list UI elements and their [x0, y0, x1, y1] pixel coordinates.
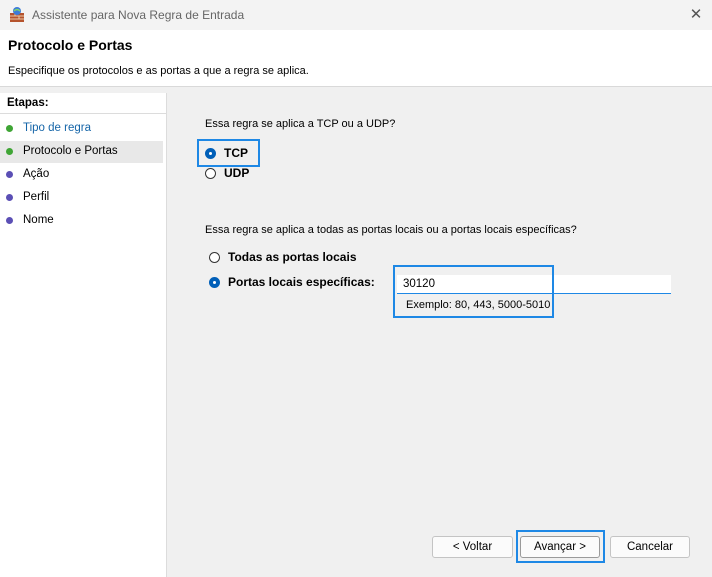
step-nome: Nome [0, 210, 163, 232]
wizard-header: Protocolo e Portas Especifique os protoc… [0, 30, 712, 87]
specific-ports-radio[interactable] [209, 277, 220, 288]
back-button[interactable]: < Voltar [432, 536, 513, 558]
specific-ports-label[interactable]: Portas locais específicas: [228, 275, 375, 289]
page-subtitle: Especifique os protocolos e as portas a … [8, 65, 309, 77]
step-pending-icon [6, 217, 13, 224]
firewall-icon [10, 7, 24, 22]
next-button[interactable]: Avançar > [520, 536, 600, 558]
step-pending-icon [6, 194, 13, 201]
step-pending-icon [6, 171, 13, 178]
steps-sidebar: Etapas: Tipo de regra Protocolo e Portas… [0, 93, 167, 577]
protocol-question: Essa regra se aplica a TCP ou a UDP? [205, 118, 396, 130]
tcp-label[interactable]: TCP [224, 146, 248, 160]
step-done-icon [6, 125, 13, 132]
udp-label[interactable]: UDP [224, 166, 249, 180]
udp-radio[interactable] [205, 168, 216, 179]
step-label: Protocolo e Portas [23, 145, 118, 157]
step-label: Perfil [23, 191, 50, 203]
window-title: Assistente para Nova Regra de Entrada [32, 8, 245, 22]
step-label: Nome [23, 214, 54, 226]
steps-title: Etapas: [7, 97, 49, 109]
all-ports-radio[interactable] [209, 252, 220, 263]
close-icon[interactable]: ✕ [682, 3, 710, 27]
step-protocolo-e-portas: Protocolo e Portas [0, 141, 163, 163]
cancel-button[interactable]: Cancelar [610, 536, 690, 558]
step-acao: Ação [0, 164, 163, 186]
step-tipo-de-regra[interactable]: Tipo de regra [0, 118, 163, 140]
step-label: Ação [23, 168, 50, 180]
page-title: Protocolo e Portas [8, 37, 133, 53]
step-perfil: Perfil [0, 187, 163, 209]
title-bar: Assistente para Nova Regra de Entrada ✕ [0, 0, 712, 30]
ports-example-hint: Exemplo: 80, 443, 5000-5010 [406, 299, 551, 311]
all-ports-label[interactable]: Todas as portas locais [228, 250, 357, 264]
ports-question: Essa regra se aplica a todas as portas l… [205, 224, 577, 236]
main-panel: Essa regra se aplica a TCP ou a UDP? TCP… [167, 93, 712, 577]
step-label: Tipo de regra [23, 122, 91, 134]
steps-divider [0, 113, 166, 114]
tcp-radio[interactable] [205, 148, 216, 159]
step-current-icon [6, 148, 13, 155]
